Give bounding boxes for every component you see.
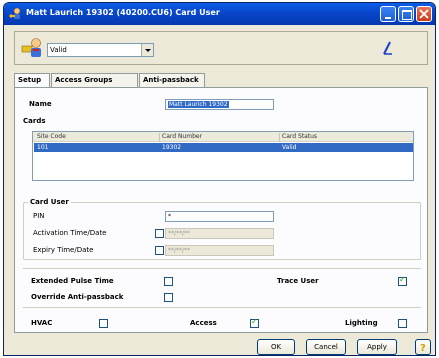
extended-pulse-checkbox[interactable] <box>164 277 173 286</box>
pin-label: PIN <box>33 212 45 220</box>
card-user-icon <box>21 38 41 57</box>
trace-user-checkbox[interactable] <box>398 275 407 286</box>
status-toolbar: Valid <box>14 31 428 65</box>
access-label: Access <box>190 319 217 327</box>
title-bar[interactable]: Matt Laurich 19302 (40200.CU6) Card User <box>4 3 435 25</box>
hvac-label: HVAC <box>31 319 53 327</box>
divider <box>23 307 421 308</box>
tab-setup[interactable]: Setup <box>14 73 50 88</box>
cell-card-status: Valid <box>282 144 297 151</box>
minimize-button[interactable] <box>380 6 396 22</box>
expiry-input[interactable]: **/**/** <box>165 245 274 256</box>
expiry-checkbox[interactable] <box>155 246 164 255</box>
divider <box>23 268 421 269</box>
cards-table-header: Site Code Card Number Card Status <box>33 132 413 142</box>
cards-table[interactable]: Site Code Card Number Card Status 101 19… <box>32 131 414 181</box>
name-value: Matt Laurich 19302 <box>168 101 229 108</box>
close-icon <box>419 9 429 19</box>
activation-label: Activation Time/Date <box>33 229 107 237</box>
user-key-icon <box>9 7 21 19</box>
ok-button[interactable]: OK <box>257 339 295 355</box>
window-title: Matt Laurich 19302 (40200.CU6) Card User <box>26 8 220 17</box>
setup-panel: Name Matt Laurich 19302 Cards Site Code … <box>14 87 428 333</box>
maximize-button[interactable] <box>398 6 414 22</box>
cards-label: Cards <box>23 117 46 125</box>
override-checkbox[interactable] <box>164 293 173 302</box>
chevron-down-icon[interactable] <box>141 44 153 56</box>
name-label: Name <box>29 100 52 108</box>
column-card-status[interactable]: Card Status <box>282 133 317 140</box>
status-dropdown[interactable]: Valid <box>47 43 154 57</box>
access-checkbox[interactable] <box>250 317 259 328</box>
activation-checkbox[interactable] <box>155 229 164 238</box>
cell-card-number: 19302 <box>162 144 182 151</box>
lighting-checkbox[interactable] <box>398 319 407 328</box>
activation-input[interactable]: **/**/** <box>165 228 274 239</box>
tab-anti-passback[interactable]: Anti-passback <box>139 73 205 87</box>
help-button[interactable]: ? <box>415 339 431 355</box>
tab-access-groups[interactable]: Access Groups <box>51 73 138 87</box>
expiry-label: Expiry Time/Date <box>33 246 94 254</box>
override-label: Override Anti-passback <box>31 293 124 301</box>
hvac-checkbox[interactable] <box>99 319 108 328</box>
apply-button[interactable]: Apply <box>357 339 397 355</box>
status-value: Valid <box>50 46 67 54</box>
pin-input[interactable]: * <box>165 211 274 222</box>
column-site-code[interactable]: Site Code <box>37 133 66 140</box>
column-card-number[interactable]: Card Number <box>162 133 202 140</box>
lighting-label: Lighting <box>345 319 378 327</box>
help-icon: ? <box>420 343 426 354</box>
table-row[interactable]: 101 19302 Valid <box>34 143 413 152</box>
svg-text:?: ? <box>420 343 426 354</box>
cell-site-code: 101 <box>37 144 49 151</box>
card-user-label: Card User <box>28 198 71 206</box>
name-input[interactable]: Matt Laurich 19302 <box>165 99 274 110</box>
card-user-window: Matt Laurich 19302 (40200.CU6) Card User… <box>3 2 436 356</box>
close-button[interactable] <box>416 6 432 22</box>
extended-pulse-label: Extended Pulse Time <box>31 277 114 285</box>
cancel-button[interactable]: Cancel <box>306 339 346 355</box>
edit-pen-icon[interactable] <box>379 39 397 57</box>
trace-user-label: Trace User <box>277 277 319 285</box>
